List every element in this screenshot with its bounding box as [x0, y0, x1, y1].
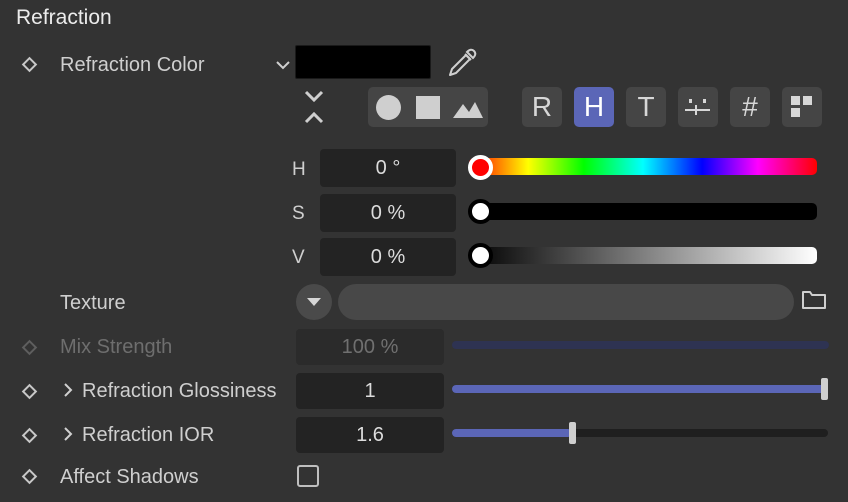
refraction-glossiness-slider-handle[interactable] [821, 378, 828, 400]
section-title: Refraction [16, 6, 112, 29]
value-field[interactable]: 0 % [320, 238, 456, 276]
eyedropper-icon[interactable] [446, 47, 478, 79]
value-slider-knob[interactable] [468, 243, 493, 268]
texture-label: Texture [60, 292, 126, 314]
hsv-mode-button[interactable]: H [574, 87, 614, 127]
refraction-glossiness-slider[interactable] [452, 385, 828, 393]
square-shape-icon[interactable] [416, 96, 440, 119]
hue-slider[interactable] [469, 158, 817, 175]
folder-icon[interactable] [801, 288, 827, 310]
value-slider[interactable] [469, 247, 817, 264]
keyframe-diamond-icon[interactable] [21, 427, 38, 444]
keyframe-diamond-icon [21, 339, 38, 356]
keyframe-diamond-icon[interactable] [21, 468, 38, 485]
refraction-ior-slider[interactable] [452, 429, 828, 437]
refraction-ior-label: Refraction IOR [82, 424, 215, 446]
hue-slider-knob[interactable] [468, 155, 493, 180]
temperature-mode-button[interactable]: T [626, 87, 666, 127]
refraction-ior-slider-handle[interactable] [569, 422, 576, 444]
landscape-shape-icon[interactable] [451, 98, 485, 120]
refraction-glossiness-slider-fill [452, 385, 828, 393]
chevron-right-icon[interactable] [62, 381, 74, 399]
saturation-label: S [292, 203, 305, 224]
hex-mode-button[interactable]: # [730, 87, 770, 127]
refraction-color-label: Refraction Color [60, 54, 205, 76]
refraction-ior-slider-fill [452, 429, 572, 437]
refraction-glossiness-field[interactable]: 1 [296, 373, 444, 409]
texture-slot-field[interactable] [338, 284, 794, 320]
mixer-icon [685, 99, 710, 115]
hue-field[interactable]: 0 ° [320, 149, 456, 187]
saturation-slider-knob[interactable] [468, 199, 493, 224]
keyframe-diamond-icon[interactable] [21, 56, 38, 73]
circle-shape-icon[interactable] [376, 95, 401, 120]
chevron-right-icon[interactable] [62, 425, 74, 443]
collapse-arrows-icon[interactable] [302, 88, 326, 126]
mix-strength-field: 100 % [296, 329, 444, 365]
saturation-slider[interactable] [469, 203, 817, 220]
affect-shadows-label: Affect Shadows [60, 466, 199, 488]
texture-dropdown-button[interactable] [296, 284, 332, 320]
chevron-down-icon[interactable] [274, 58, 292, 72]
saturation-field[interactable]: 0 % [320, 194, 456, 232]
swatches-mode-button[interactable] [782, 87, 822, 127]
color-swatch[interactable] [295, 45, 431, 79]
mixer-mode-button[interactable] [678, 87, 718, 127]
preview-shape-group [368, 87, 488, 127]
triangle-down-icon [307, 298, 321, 306]
value-label: V [292, 247, 305, 268]
mix-strength-label: Mix Strength [60, 336, 173, 358]
affect-shadows-checkbox[interactable] [297, 465, 319, 487]
keyframe-diamond-icon[interactable] [21, 383, 38, 400]
refraction-ior-field[interactable]: 1.6 [296, 417, 444, 453]
refraction-glossiness-label: Refraction Glossiness [82, 380, 277, 402]
swatches-icon [791, 96, 812, 117]
hue-label: H [292, 159, 306, 180]
mix-strength-slider [452, 341, 829, 349]
rgb-mode-button[interactable]: R [522, 87, 562, 127]
